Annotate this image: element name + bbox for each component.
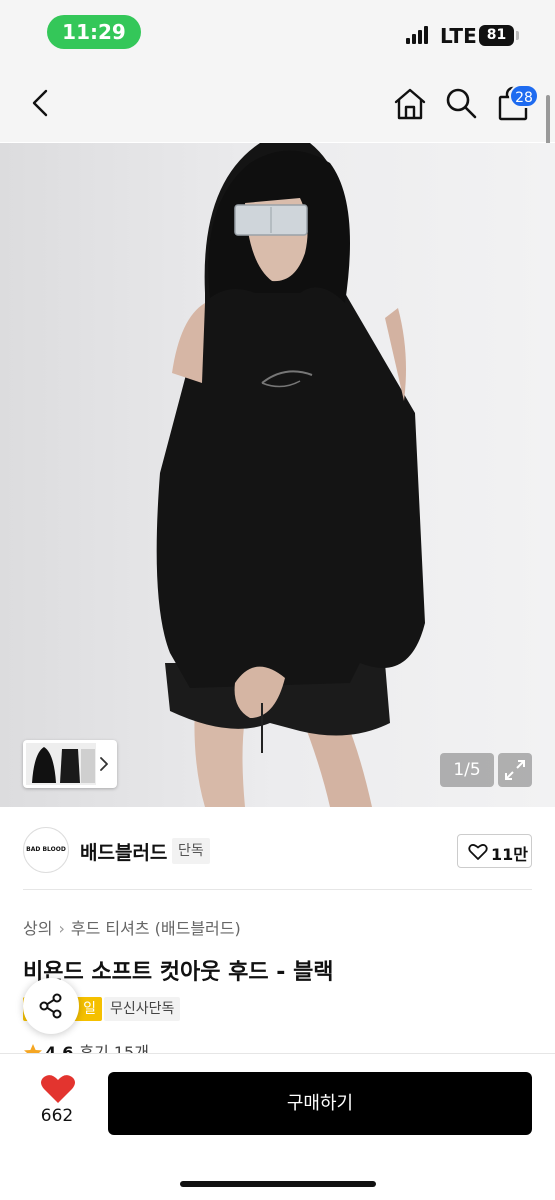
back-icon[interactable]	[24, 86, 58, 120]
brand-logo[interactable]: BAD BLOOD	[23, 827, 69, 873]
breadcrumb-subcategory[interactable]: 후드 티셔츠 (배드블러드)	[71, 919, 241, 938]
brand-like-count: 11만	[491, 845, 528, 864]
share-icon	[39, 993, 62, 1019]
buy-button[interactable]: 구매하기	[108, 1072, 532, 1135]
exclusive-tag: 단독	[172, 838, 210, 864]
brand-like-button[interactable]: 11만	[457, 834, 532, 868]
search-icon[interactable]	[443, 85, 479, 121]
thumbnail-image	[26, 743, 96, 785]
musinsa-exclusive-badge: 무신사단독	[104, 997, 181, 1021]
network-label: LTE	[440, 24, 477, 48]
expand-icon	[505, 760, 525, 780]
home-icon[interactable]	[391, 85, 429, 123]
status-bar: 11:29 LTE 81	[0, 0, 555, 64]
breadcrumb-separator: ›	[58, 919, 65, 938]
heart-icon[interactable]	[38, 1074, 78, 1104]
expand-button[interactable]	[498, 753, 532, 787]
cart-count-badge: 28	[509, 84, 539, 108]
wishlist-count: 662	[40, 1106, 74, 1126]
share-button[interactable]	[23, 978, 79, 1034]
home-indicator	[180, 1181, 376, 1187]
battery-tip	[516, 31, 519, 40]
signal-icon	[406, 26, 432, 44]
divider	[23, 889, 532, 890]
product-photo	[0, 143, 555, 807]
product-image[interactable]	[0, 143, 555, 807]
battery-icon: 81	[479, 25, 514, 46]
breadcrumb-category[interactable]: 상의	[23, 919, 52, 938]
status-time: 11:29	[47, 15, 141, 49]
top-nav	[0, 64, 555, 142]
breadcrumb: 상의 › 후드 티셔츠 (배드블러드)	[23, 915, 241, 939]
brand-name[interactable]: 배드블러드	[80, 838, 167, 865]
heart-outline-icon	[468, 844, 488, 860]
brand-logo-text: BAD BLOOD	[26, 846, 66, 853]
image-counter: 1/5	[440, 753, 494, 787]
chevron-right-icon[interactable]	[97, 754, 111, 774]
product-title: 비욘드 소프트 컷아웃 후드 - 블랙	[23, 960, 334, 985]
